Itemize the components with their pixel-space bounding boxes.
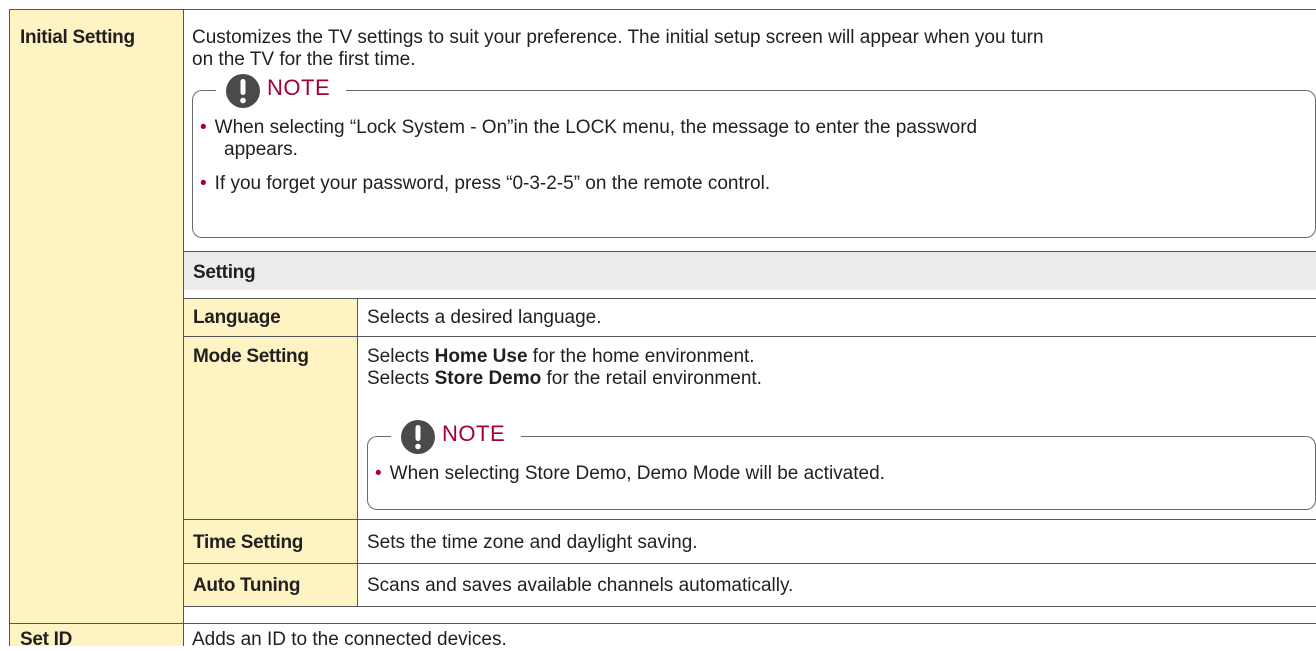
note-item-lock-system: • When selecting “Lock System - On”in the… <box>200 117 978 138</box>
label-cell-initial-setting <box>10 10 183 623</box>
auto-tuning-desc: Scans and saves available channels autom… <box>367 575 794 596</box>
column-divider-1 <box>183 9 184 646</box>
mode-setting-desc-line2: Selects Store Demo for the retail enviro… <box>367 368 762 389</box>
auto-tuning-label: Auto Tuning <box>193 575 301 596</box>
time-setting-desc: Sets the time zone and daylight saving. <box>367 532 698 553</box>
initial-setting-label: Initial Setting <box>20 27 135 48</box>
table-border-left <box>9 9 10 646</box>
note-item-lock-system-cont: appears. <box>224 139 298 160</box>
set-id-label: Set ID <box>20 629 73 650</box>
table-border-top <box>10 9 1316 10</box>
language-label: Language <box>193 307 281 328</box>
row-divider-note-bottom <box>184 251 1316 252</box>
row-divider-auto <box>184 606 1316 607</box>
note-item-password: • If you forget your password, press “0-3… <box>200 173 771 194</box>
setting-header-cell <box>184 252 1316 290</box>
row-divider-language <box>184 336 1316 337</box>
row-divider-setting <box>184 298 1316 299</box>
row-divider-time <box>184 563 1316 564</box>
setting-header: Setting <box>193 262 256 283</box>
set-id-desc: Adds an ID to the connected devices. <box>192 629 507 650</box>
exclamation-icon <box>226 74 260 108</box>
time-setting-label: Time Setting <box>193 532 304 553</box>
note-title-lock: NOTE <box>267 75 331 100</box>
note-item-store-demo: • When selecting Store Demo, Demo Mode wi… <box>375 463 885 484</box>
language-desc: Selects a desired language. <box>367 307 602 328</box>
exclamation-icon <box>401 420 435 454</box>
note-title-store-demo: NOTE <box>442 421 506 446</box>
mode-setting-desc-line1: Selects Home Use for the home environmen… <box>367 346 755 367</box>
initial-setting-desc-line1: Customizes the TV settings to suit your … <box>192 27 1044 48</box>
initial-setting-desc-line2: on the TV for the first time. <box>192 49 416 70</box>
row-divider-mode <box>184 519 1316 520</box>
column-divider-2 <box>357 299 358 607</box>
mode-setting-label: Mode Setting <box>193 346 309 367</box>
row-divider-set-id <box>10 623 1316 624</box>
